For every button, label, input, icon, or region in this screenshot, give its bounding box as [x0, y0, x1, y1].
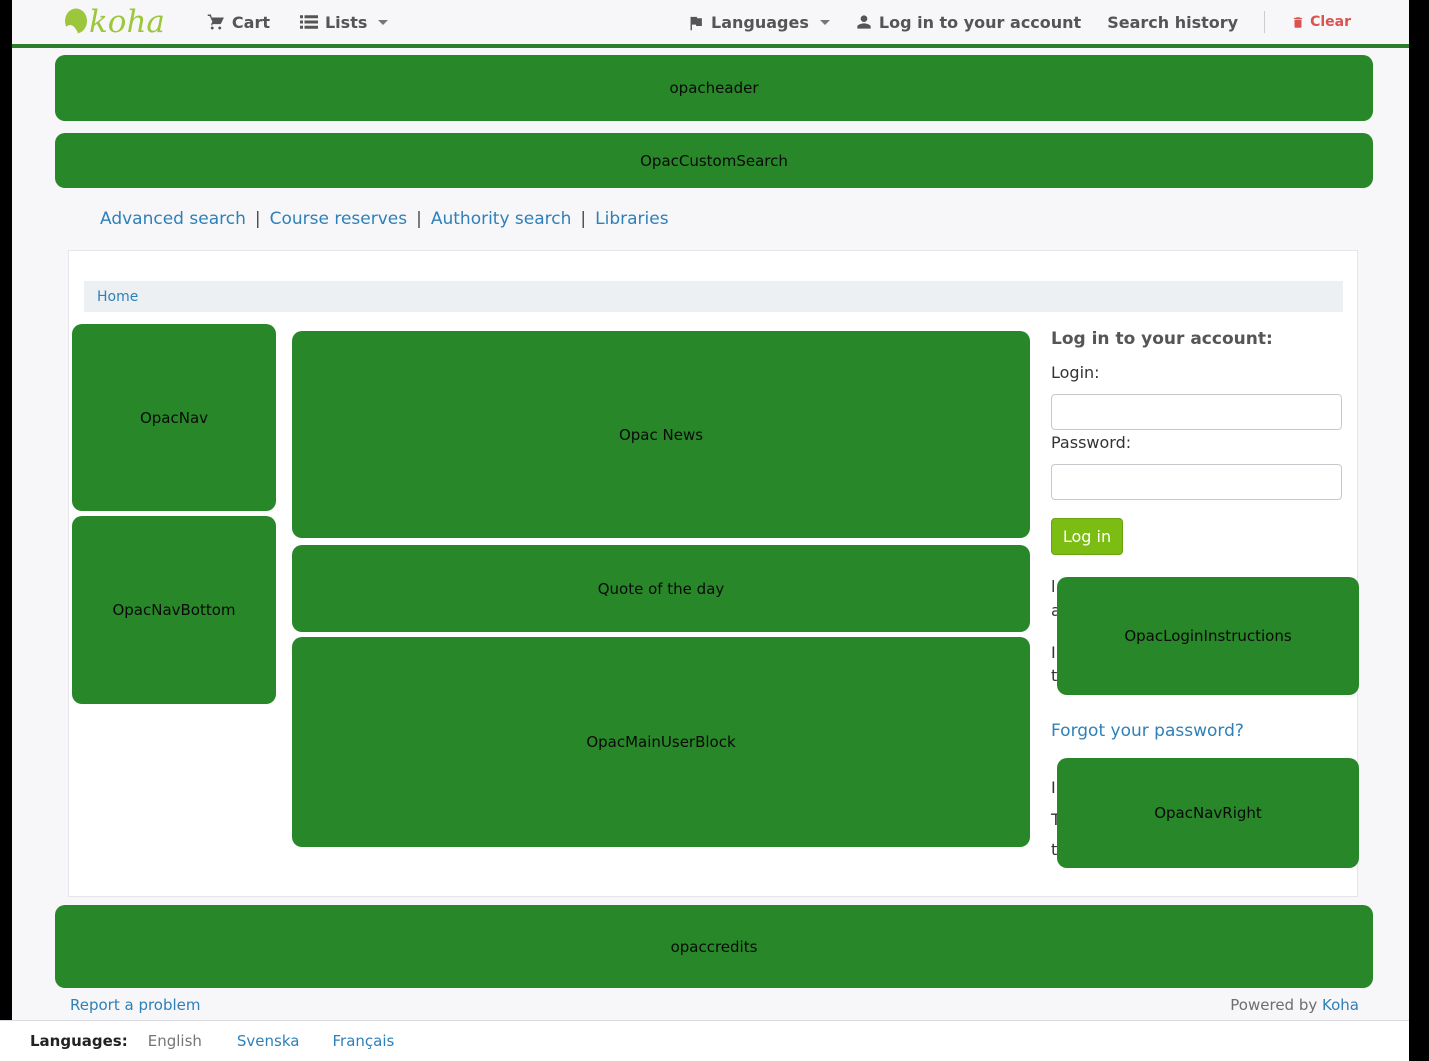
course-reserves-link[interactable]: Course reserves: [270, 209, 408, 229]
powered-by-text: Powered by: [1230, 996, 1317, 1014]
separator: |: [580, 209, 586, 229]
breadcrumb-home-link[interactable]: Home: [97, 289, 138, 305]
region-opac-nav-right-label: OpacNavRight: [1154, 804, 1262, 822]
chevron-down-icon: [378, 20, 388, 25]
login-nav-link[interactable]: Log in to your account: [856, 13, 1081, 32]
cart-label: Cart: [232, 13, 270, 32]
languages-label: Languages: [711, 13, 809, 32]
search-history-label: Search history: [1107, 13, 1238, 32]
language-link-francais[interactable]: Français: [332, 1032, 394, 1050]
region-login-instructions-label: OpacLoginInstructions: [1124, 627, 1291, 645]
authority-search-link[interactable]: Authority search: [431, 209, 572, 229]
clear-label: Clear: [1310, 14, 1351, 30]
region-main-user-block-label: OpacMainUserBlock: [586, 733, 735, 751]
languages-dropdown[interactable]: Languages: [687, 13, 830, 32]
navbar-divider: [1264, 11, 1265, 33]
log-in-button[interactable]: Log in: [1051, 518, 1123, 555]
region-opacheader-label: opacheader: [670, 79, 759, 97]
language-current-english: English: [148, 1032, 202, 1050]
login-input[interactable]: [1051, 394, 1342, 430]
trash-icon: [1291, 15, 1305, 30]
region-opac-custom-search-label: OpacCustomSearch: [640, 152, 788, 170]
region-opac-custom-search: OpacCustomSearch: [55, 133, 1373, 188]
search-history-link[interactable]: Search history: [1107, 13, 1238, 32]
region-opac-news: Opac News: [292, 331, 1030, 538]
region-opac-nav-bottom-label: OpacNavBottom: [112, 601, 235, 619]
separator: |: [255, 209, 261, 229]
forgot-password-link[interactable]: Forgot your password?: [1051, 721, 1244, 741]
region-opac-login-instructions: OpacLoginInstructions: [1057, 577, 1359, 695]
koha-logo[interactable]: koha: [64, 7, 165, 38]
language-bar: Languages: English Svenska Français: [0, 1020, 1409, 1061]
region-opac-nav-right: OpacNavRight: [1057, 758, 1359, 868]
password-field-label: Password:: [1051, 433, 1131, 452]
search-links-row: Advanced search | Course reserves | Authorit…: [100, 209, 669, 229]
region-opac-main-user-block: OpacMainUserBlock: [292, 637, 1030, 847]
login-heading: Log in to your account:: [1051, 329, 1273, 349]
login-field-label: Login:: [1051, 363, 1100, 382]
separator: |: [416, 209, 422, 229]
report-a-problem-link[interactable]: Report a problem: [70, 996, 201, 1014]
obscured-text-fragment: I: [1051, 643, 1056, 662]
chevron-down-icon: [820, 20, 830, 25]
koha-leaf-icon: [64, 8, 88, 36]
cart-button[interactable]: Cart: [207, 13, 270, 32]
lists-icon: [300, 14, 318, 30]
top-navbar: koha Cart Lists Languages: [12, 0, 1409, 48]
region-opac-nav-label: OpacNav: [140, 409, 208, 427]
login-nav-label: Log in to your account: [879, 13, 1081, 32]
koha-logo-text: koha: [89, 7, 165, 38]
region-quote-of-the-day: Quote of the day: [292, 545, 1030, 632]
koha-footer-link[interactable]: Koha: [1322, 996, 1359, 1014]
lists-label: Lists: [325, 13, 367, 32]
region-opacheader: opacheader: [55, 55, 1373, 121]
languages-bar-label: Languages:: [30, 1032, 128, 1050]
region-opaccredits-label: opaccredits: [671, 938, 758, 956]
language-link-svenska[interactable]: Svenska: [237, 1032, 300, 1050]
advanced-search-link[interactable]: Advanced search: [100, 209, 246, 229]
powered-by: Powered by Koha: [1230, 996, 1359, 1014]
region-opaccredits: opaccredits: [55, 905, 1373, 988]
region-quote-label: Quote of the day: [598, 580, 725, 598]
region-opac-nav: OpacNav: [72, 324, 276, 511]
region-opac-news-label: Opac News: [619, 426, 703, 444]
region-opac-nav-bottom: OpacNavBottom: [72, 516, 276, 704]
libraries-link[interactable]: Libraries: [595, 209, 668, 229]
cart-icon: [207, 13, 225, 31]
clear-search-history-button[interactable]: Clear: [1291, 14, 1351, 30]
password-input[interactable]: [1051, 464, 1342, 500]
lists-dropdown[interactable]: Lists: [300, 13, 388, 32]
flag-icon: [687, 14, 704, 31]
obscured-text-fragment: I: [1051, 778, 1056, 797]
obscured-text-fragment: l: [1051, 577, 1055, 596]
breadcrumb: Home: [84, 281, 1343, 312]
user-icon: [856, 14, 872, 30]
